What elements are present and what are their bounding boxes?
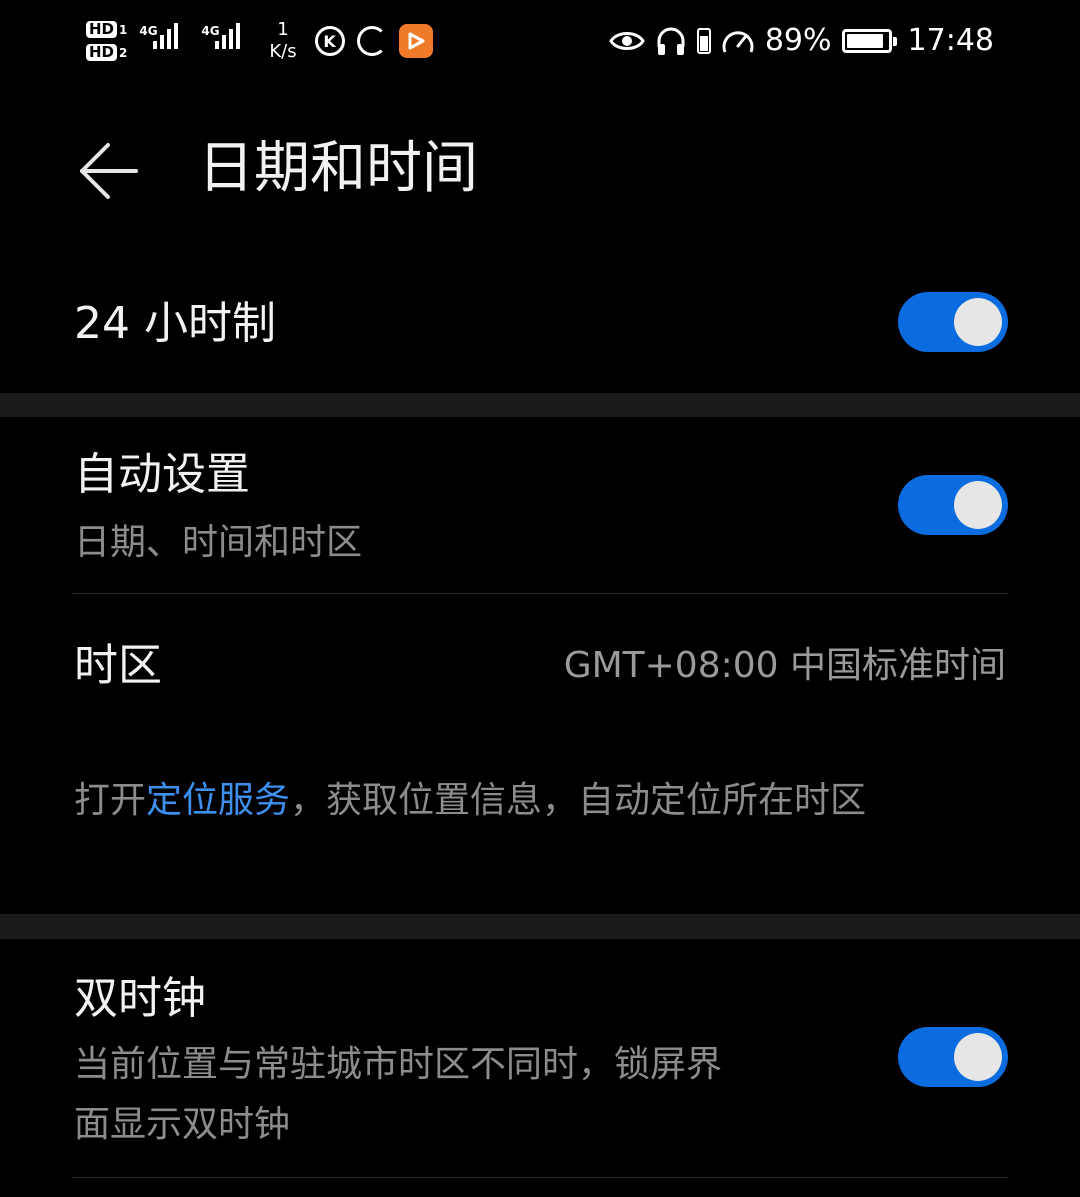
timezone-value: GMT+08:00 中国标准时间 [563, 645, 1006, 686]
network-speed: 1 K/s [269, 19, 297, 62]
app-bar: 日期和时间 [0, 110, 1080, 230]
hd-voice-indicators: HD 1 HD 2 [86, 21, 127, 61]
eye-icon [609, 32, 645, 50]
setting-label-24-hour: 24 小时制 [74, 298, 276, 349]
setting-label-timezone: 时区 [74, 640, 162, 691]
hd-voice-sim2-icon: HD 2 [86, 44, 127, 61]
battery-percent: 89% [764, 23, 832, 58]
setting-sub-auto-set: 日期、时间和时区 [74, 522, 363, 563]
page-title: 日期和时间 [198, 136, 478, 201]
setting-sub-dual-clock-line2: 面显示双时钟 [74, 1104, 291, 1145]
setting-label-dual-clock: 双时钟 [74, 973, 206, 1024]
status-bar: HD 1 HD 2 4G 4G 1 K/s K 89% 17:48 [0, 0, 1080, 82]
headphone-battery-icon [696, 28, 711, 54]
setting-row-timezone[interactable]: 时区 GMT+08:00 中国标准时间 [0, 594, 1080, 740]
location-service-link[interactable]: 定位服务 [146, 780, 290, 821]
arrow-left-icon [80, 143, 138, 199]
setting-sub-dual-clock-line1: 当前位置与常驻城市时区不同时，锁屏界 [74, 1044, 723, 1085]
hd-voice-sim1-icon: HD 1 [86, 21, 127, 38]
signal-sim1-icon: 4G [139, 21, 189, 61]
back-button[interactable] [72, 135, 144, 207]
toggle-auto-set[interactable] [898, 475, 1008, 535]
battery-icon [841, 29, 897, 53]
setting-row-auto-set[interactable]: 自动设置 日期、时间和时区 [0, 417, 1080, 593]
speedometer-icon [722, 31, 754, 53]
video-app-icon [398, 24, 433, 58]
section-divider [0, 393, 1080, 417]
signal-sim2-icon: 4G [201, 21, 251, 61]
toggle-dual-clock[interactable] [898, 1027, 1008, 1087]
k-circle-icon: K [314, 26, 345, 56]
clock-time: 17:48 [907, 23, 994, 58]
status-bar-right: 89% 17:48 [609, 0, 994, 82]
setting-row-24-hour[interactable]: 24 小时制 [0, 256, 1080, 392]
sync-ring-icon [356, 26, 387, 56]
row-separator [72, 1177, 1008, 1178]
headphones-icon [657, 27, 685, 55]
section-divider [0, 914, 1080, 939]
toggle-24-hour[interactable] [898, 292, 1008, 352]
setting-row-dual-clock[interactable]: 双时钟 当前位置与常驻城市时区不同时，锁屏界 面显示双时钟 [0, 939, 1080, 1177]
location-service-hint: 打开定位服务，获取位置信息，自动定位所在时区 [74, 780, 867, 821]
status-bar-left: HD 1 HD 2 4G 4G 1 K/s K [86, 0, 433, 82]
setting-label-auto-set: 自动设置 [74, 449, 250, 500]
